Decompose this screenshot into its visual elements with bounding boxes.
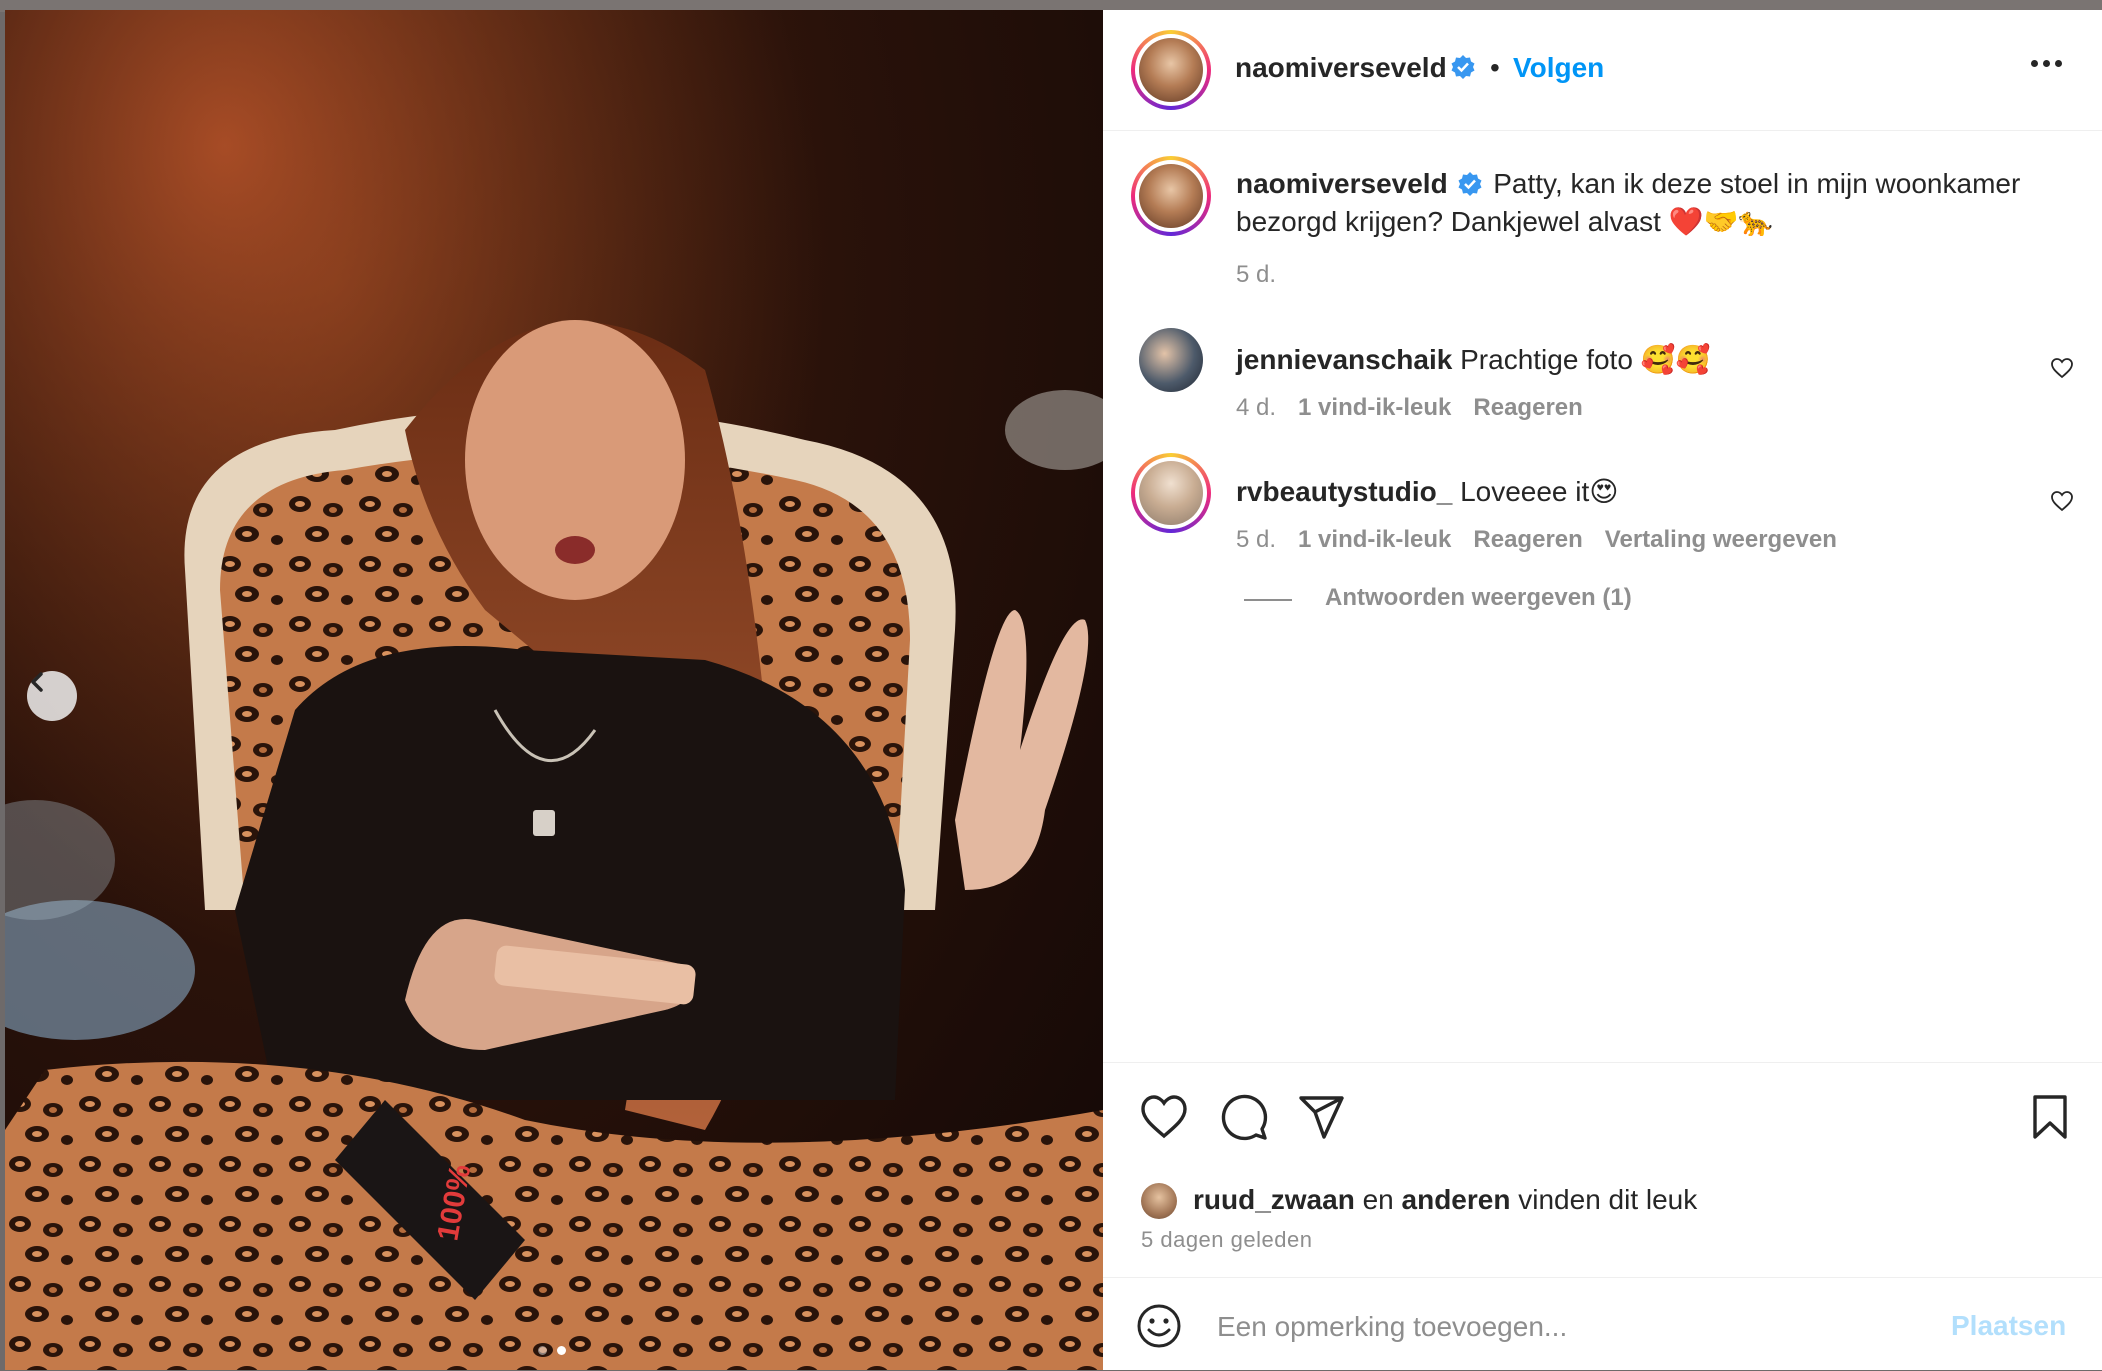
comment-1: jennievanschaik Prachtige foto 🥰🥰 xyxy=(1236,343,1710,376)
liker-avatar[interactable] xyxy=(1141,1183,1177,1219)
comment-likes[interactable]: 1 vind-ik-leuk xyxy=(1298,394,1451,421)
chevron-left-icon xyxy=(31,672,43,692)
carousel-dot-active xyxy=(557,1346,566,1355)
carousel-prev-button[interactable] xyxy=(27,671,77,721)
heart-icon[interactable] xyxy=(1139,1092,1189,1142)
liker-username[interactable]: ruud_zwaan xyxy=(1193,1184,1355,1215)
photo-illustration: 100% xyxy=(5,10,1103,1370)
caption-author-avatar[interactable] xyxy=(1131,156,1211,236)
comment-like-heart-icon[interactable] xyxy=(2050,356,2074,380)
emoji-icon[interactable] xyxy=(1135,1302,1183,1350)
view-replies-button[interactable]: Antwoorden weergeven (1) xyxy=(1325,584,1632,612)
carousel-dot xyxy=(538,1346,547,1355)
actions-divider xyxy=(1103,1062,2102,1065)
comment-input[interactable] xyxy=(1215,1306,1919,1348)
comment-likes[interactable]: 1 vind-ik-leuk xyxy=(1298,526,1451,553)
author-avatar[interactable] xyxy=(1131,30,1211,110)
replies-divider xyxy=(1244,599,1292,601)
comment-1-meta: 4 d. 1 vind-ik-leuk Reageren xyxy=(1236,394,1605,422)
likes-others[interactable]: anderen xyxy=(1402,1184,1511,1215)
post-modal: 100% naomiverseveld • Volgen naomiversev… xyxy=(5,10,2102,1370)
comment-username[interactable]: rvbeautystudio_ xyxy=(1236,476,1452,507)
commenter-avatar[interactable] xyxy=(1139,328,1203,392)
verified-badge-icon xyxy=(1451,55,1475,79)
comment-body: Loveeee it😍 xyxy=(1460,476,1619,507)
post-time: 5 dagen geleden xyxy=(1141,1227,1313,1252)
more-options-icon[interactable] xyxy=(2031,60,2062,67)
comment-age: 5 d. xyxy=(1236,526,1277,553)
share-icon[interactable] xyxy=(1297,1092,1347,1142)
translate-button[interactable]: Vertaling weergeven xyxy=(1605,526,1837,553)
comment-like-heart-icon[interactable] xyxy=(2050,489,2074,513)
caption-username[interactable]: naomiverseveld xyxy=(1236,168,1448,199)
post-photo: 100% xyxy=(5,10,1103,1370)
likes-connector: en xyxy=(1362,1184,1394,1215)
commenter-avatar[interactable] xyxy=(1131,453,1211,533)
comment-2-meta: 5 d. 1 vind-ik-leuk Reageren Vertaling weer… xyxy=(1236,526,1859,554)
reply-button[interactable]: Reageren xyxy=(1473,394,1582,421)
comment-icon[interactable] xyxy=(1219,1092,1269,1142)
comment-2: rvbeautystudio_ Loveeee it😍 xyxy=(1236,475,1618,508)
author-username[interactable]: naomiverseveld xyxy=(1235,52,1447,84)
separator-bullet: • xyxy=(1490,52,1500,83)
caption-age: 5 d. xyxy=(1236,261,1277,288)
comment-age: 4 d. xyxy=(1236,394,1277,421)
bookmark-icon[interactable] xyxy=(2025,1092,2075,1142)
likes-summary: ruud_zwaan en anderen vinden dit leuk xyxy=(1193,1184,1697,1216)
post-header: naomiverseveld • Volgen xyxy=(1103,10,2102,131)
post-comment-button[interactable]: Plaatsen xyxy=(1951,1310,2066,1342)
comment-body: Prachtige foto 🥰🥰 xyxy=(1460,344,1711,375)
likes-suffix: vinden dit leuk xyxy=(1518,1184,1698,1215)
reply-button[interactable]: Reageren xyxy=(1473,526,1582,553)
comment-username[interactable]: jennievanschaik xyxy=(1236,344,1452,375)
follow-button[interactable]: Volgen xyxy=(1513,52,1604,84)
post-caption: naomiverseveld Patty, kan ik deze stoel … xyxy=(1236,165,2056,241)
verified-badge-icon xyxy=(1458,172,1482,196)
post-details-panel: naomiverseveld • Volgen naomiverseveld P… xyxy=(1103,10,2102,1370)
carousel-dots xyxy=(538,1346,566,1355)
